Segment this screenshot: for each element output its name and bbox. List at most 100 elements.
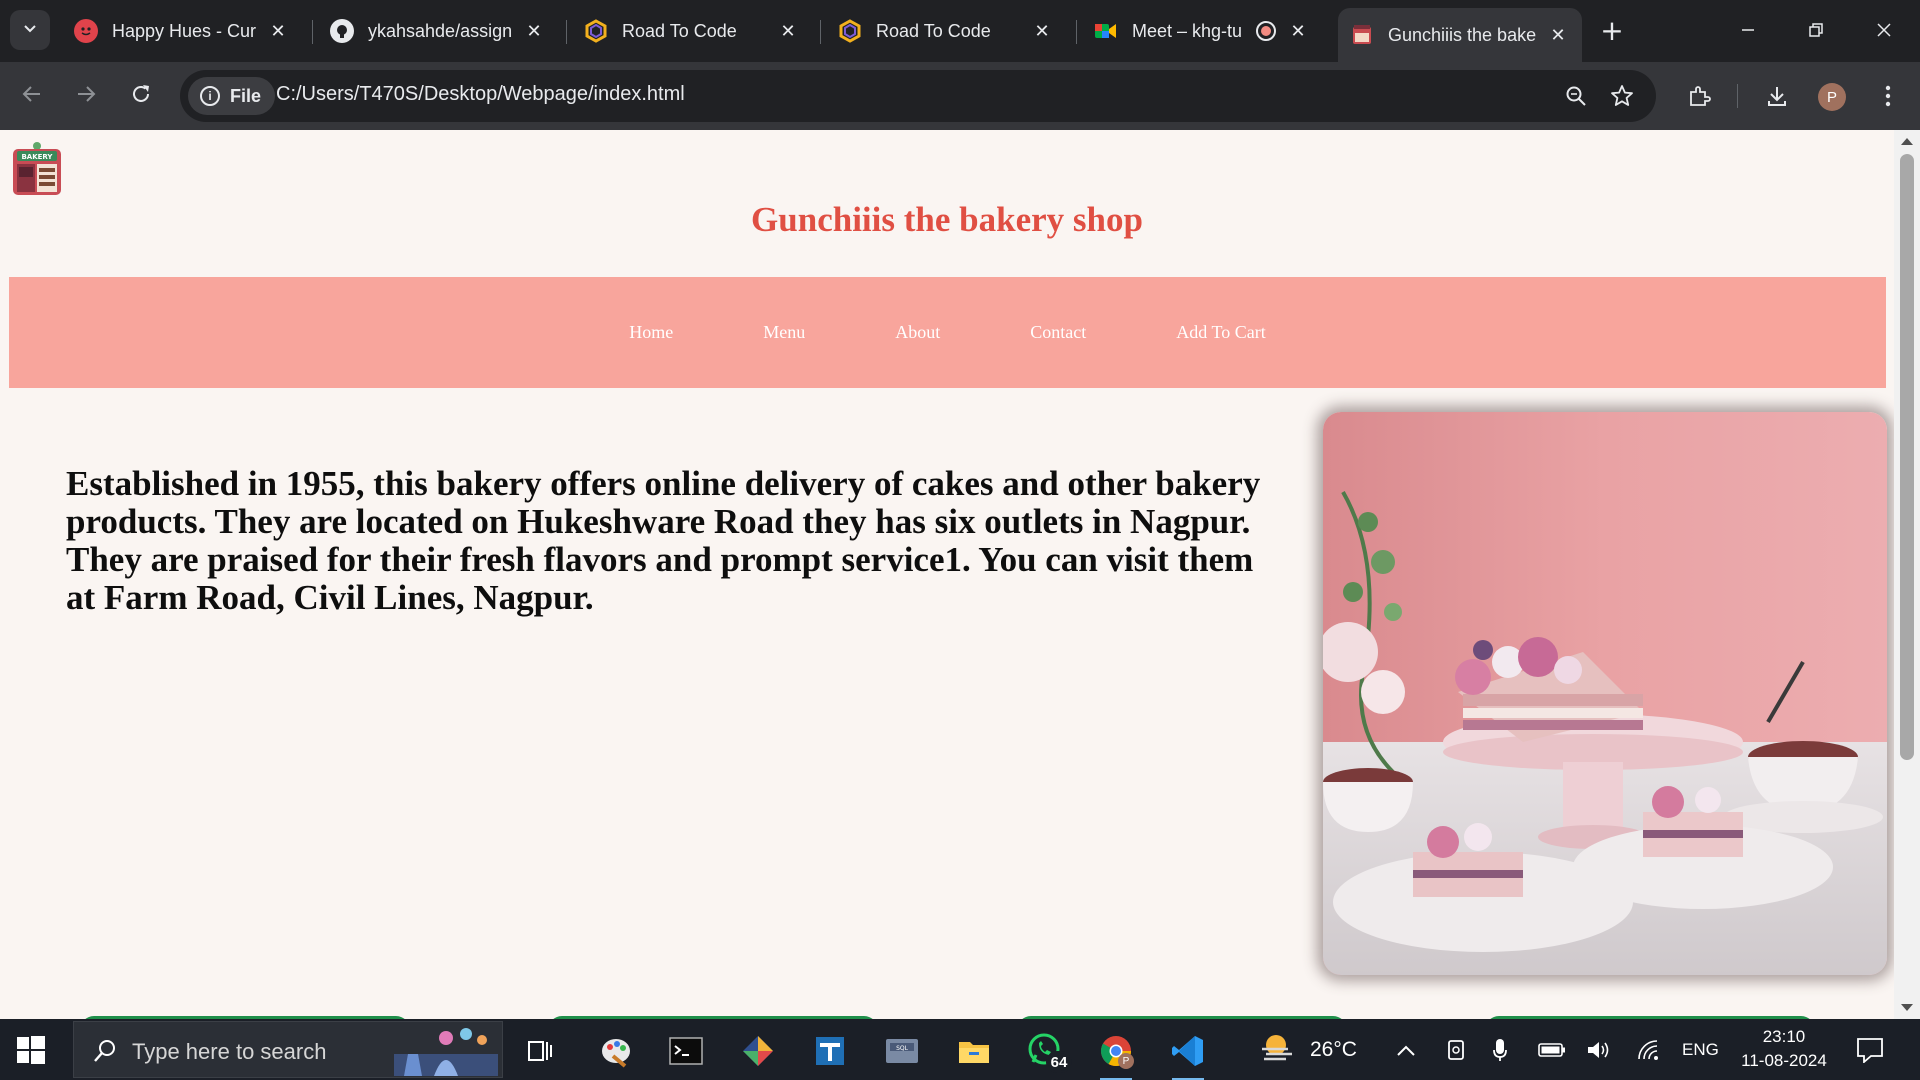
git-tool-icon[interactable]: [738, 1031, 778, 1071]
site-title: Gunchiiis the bakery shop: [751, 200, 1143, 239]
vscode-icon[interactable]: [1168, 1031, 1208, 1080]
svg-text:BAKERY: BAKERY: [21, 153, 53, 161]
new-tab-button[interactable]: +: [1596, 14, 1628, 47]
tab-separator: [566, 20, 567, 44]
terminal-icon[interactable]: [666, 1031, 706, 1071]
tab-title: Happy Hues - Curated colors in context: [112, 20, 256, 41]
tab-road-to-code-1[interactable]: Road To Code ✕: [572, 8, 812, 54]
download-icon[interactable]: [1759, 78, 1795, 114]
github-icon: [330, 19, 354, 43]
info-icon: i: [200, 86, 220, 106]
sql-app-icon[interactable]: SQL: [882, 1031, 922, 1071]
browser-toolbar: i File C:/Users/T470S/Desktop/Webpage/in…: [0, 62, 1920, 130]
store-app-icon[interactable]: [810, 1031, 850, 1071]
battery-icon[interactable]: [1538, 1019, 1566, 1080]
tab-happy-hues[interactable]: Happy Hues - Curated colors in context ✕: [62, 8, 302, 54]
close-icon[interactable]: ✕: [1030, 19, 1054, 43]
system-clock[interactable]: 23:10 11-08-2024: [1734, 1025, 1834, 1073]
happy-hues-icon: [74, 19, 98, 43]
tab-google-meet[interactable]: Meet – khg-tu ✕: [1082, 8, 1322, 54]
arrow-left-icon: [21, 83, 43, 109]
tab-road-to-code-2[interactable]: Road To Code ✕: [826, 8, 1066, 54]
scroll-up-icon[interactable]: [1901, 138, 1913, 145]
volume-icon[interactable]: [1586, 1019, 1612, 1080]
zoom-icon[interactable]: [1562, 82, 1590, 110]
taskbar-search-box[interactable]: Type here to search: [73, 1021, 503, 1078]
windows-taskbar: Type here to search SQL 64 P 26°C ENG 23…: [0, 1019, 1920, 1080]
tab-bakery-active[interactable]: Gunchiiis the bakery shop ✕: [1338, 8, 1582, 62]
toolbar-divider: [1737, 84, 1738, 108]
site-info-chip[interactable]: i File: [188, 77, 276, 115]
whatsapp-unread-badge: 64: [1046, 1051, 1072, 1073]
weather-widget[interactable]: 26°C: [1258, 1019, 1357, 1080]
close-icon[interactable]: ✕: [1286, 19, 1310, 43]
notification-center-icon[interactable]: [1856, 1019, 1884, 1080]
about-paragraph: Established in 1955, this bakery offers …: [66, 464, 1261, 617]
nav-add-to-cart[interactable]: Add To Cart: [1176, 322, 1265, 343]
search-highlight-icon: [394, 1024, 498, 1080]
weather-icon: [1258, 1029, 1298, 1070]
wifi-icon[interactable]: [1636, 1019, 1662, 1080]
tab-separator: [312, 20, 313, 44]
microphone-icon[interactable]: [1492, 1019, 1508, 1080]
tab-title: Road To Code: [622, 20, 737, 41]
search-icon: [92, 1038, 118, 1068]
page-scrollbar[interactable]: [1894, 130, 1920, 1019]
tab-title: ykahsahde/assignment: [368, 20, 512, 41]
close-icon[interactable]: ✕: [1546, 23, 1570, 47]
nav-contact[interactable]: Contact: [1030, 322, 1086, 343]
google-meet-icon: [1094, 19, 1118, 43]
scroll-down-icon[interactable]: [1901, 1004, 1913, 1011]
close-icon[interactable]: ✕: [266, 19, 290, 43]
device-icon[interactable]: [1446, 1019, 1466, 1080]
star-icon[interactable]: [1608, 82, 1636, 110]
address-bar[interactable]: i File C:/Users/T470S/Desktop/Webpage/in…: [180, 70, 1656, 122]
whatsapp-icon[interactable]: 64: [1026, 1031, 1072, 1073]
road-to-code-icon: [584, 19, 608, 43]
nav-menu[interactable]: Menu: [763, 322, 805, 343]
arrow-right-icon: [75, 83, 97, 109]
chrome-icon[interactable]: P: [1096, 1031, 1136, 1080]
extensions-icon[interactable]: [1681, 78, 1717, 114]
show-hidden-icons[interactable]: [1396, 1019, 1416, 1080]
close-icon[interactable]: ✕: [522, 19, 546, 43]
tab-separator: [1076, 20, 1077, 44]
task-view-icon[interactable]: [520, 1031, 560, 1071]
clock-time: 23:10: [1762, 1027, 1806, 1046]
tab-title: Meet – khg-tu: [1132, 20, 1243, 41]
minimize-button[interactable]: [1726, 12, 1770, 48]
clock-date: 11-08-2024: [1741, 1051, 1827, 1070]
close-icon[interactable]: ✕: [776, 19, 800, 43]
tab-github[interactable]: ykahsahde/assignment ✕: [318, 8, 558, 54]
chevron-down-icon: [22, 20, 38, 40]
language-indicator[interactable]: ENG: [1682, 1019, 1719, 1080]
reload-button[interactable]: [121, 76, 161, 116]
back-button[interactable]: [12, 76, 52, 116]
tab-separator: [820, 20, 821, 44]
bakery-icon: [1350, 23, 1374, 47]
restore-button[interactable]: [1794, 12, 1838, 48]
scrollbar-thumb[interactable]: [1900, 154, 1914, 760]
tab-search-button[interactable]: [10, 10, 50, 50]
cake-photo: [1323, 412, 1887, 975]
road-to-code-icon: [838, 19, 862, 43]
paint-app-icon[interactable]: [596, 1031, 636, 1071]
close-window-button[interactable]: [1862, 12, 1906, 48]
reload-icon: [130, 83, 152, 109]
url-text[interactable]: C:/Users/T470S/Desktop/Webpage/index.htm…: [276, 83, 685, 106]
tab-strip: Happy Hues - Curated colors in context ✕…: [0, 0, 1920, 62]
forward-button[interactable]: [66, 76, 106, 116]
recording-icon: [1256, 21, 1276, 41]
site-info-label: File: [230, 85, 262, 106]
search-placeholder: Type here to search: [132, 1039, 327, 1064]
main-nav: Home Menu About Contact Add To Cart: [9, 277, 1886, 388]
nav-about[interactable]: About: [895, 322, 940, 343]
profile-avatar[interactable]: P: [1818, 83, 1846, 111]
bakery-logo: BAKERY: [11, 141, 63, 197]
page-viewport: BAKERY Gunchiiis the bakery shop Home Me…: [0, 130, 1920, 1019]
more-menu-icon[interactable]: [1870, 78, 1906, 114]
nav-home[interactable]: Home: [629, 322, 673, 343]
tab-title: Road To Code: [876, 20, 991, 41]
windows-start-icon[interactable]: [16, 1035, 46, 1065]
file-explorer-icon[interactable]: [954, 1031, 994, 1071]
